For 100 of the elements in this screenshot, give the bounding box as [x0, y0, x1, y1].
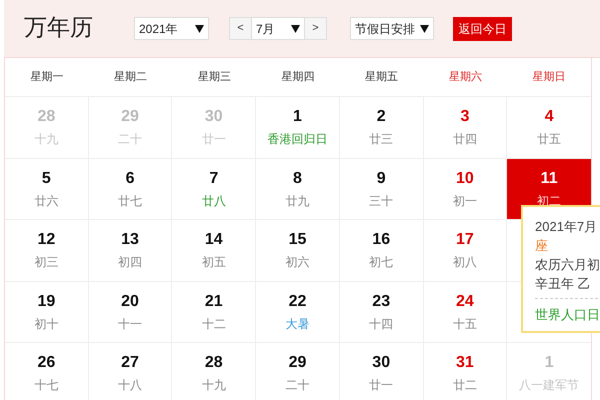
day-number: 10: [456, 168, 474, 188]
app-title: 万年历: [24, 14, 94, 44]
weekday-label: 星期一: [30, 70, 64, 85]
day-number: 3: [460, 107, 470, 127]
day-cell[interactable]: 12 初三: [5, 220, 89, 280]
tooltip-festival: 世界人口日: [535, 306, 600, 324]
lunar-date: 廿一: [369, 378, 394, 392]
day-number: 16: [372, 230, 390, 250]
day-cell[interactable]: 13 初四: [88, 220, 172, 280]
day-cell[interactable]: 20 十一: [88, 282, 172, 342]
day-number: 12: [37, 230, 56, 250]
lunar-date: 初十: [34, 316, 58, 330]
caret-icon: [420, 24, 429, 32]
day-cell[interactable]: 9 三十: [340, 158, 424, 219]
day-cell[interactable]: 4 廿五: [507, 97, 591, 158]
tooltip-ganzhi: 辛丑年 乙: [535, 275, 592, 293]
next-month-button[interactable]: >: [304, 17, 327, 40]
caret-icon: [195, 24, 204, 32]
day-cell[interactable]: 22 大暑: [256, 282, 340, 342]
lunar-date: 二十: [118, 132, 142, 146]
lunar-date: 十二: [202, 316, 226, 330]
lunar-date: 十九: [202, 378, 226, 392]
day-cell[interactable]: 15 初六: [256, 220, 340, 280]
lunar-date: 初五: [202, 255, 226, 269]
day-cell[interactable]: 19 初十: [5, 282, 89, 342]
lunar-date: 廿五: [537, 132, 562, 146]
day-number: 15: [288, 230, 306, 250]
day-cell[interactable]: 21 十二: [172, 282, 256, 342]
day-cell[interactable]: 8 廿九: [256, 158, 340, 219]
day-number: 29: [288, 353, 306, 373]
year-select[interactable]: 2021年: [134, 17, 209, 40]
day-number: 27: [121, 353, 139, 373]
lunar-date: 初一: [452, 194, 477, 208]
day-number: 31: [456, 353, 474, 373]
weekday-label: 星期日: [532, 70, 566, 85]
day-cell[interactable]: 24 十五: [424, 282, 508, 342]
lunar-date: 十七: [34, 378, 58, 392]
tooltip-date: 2021年7月: [535, 218, 598, 236]
weekday-label: 星期二: [114, 70, 148, 85]
day-cell[interactable]: 5 廿六: [5, 158, 89, 219]
day-number: 2: [376, 107, 386, 127]
lunar-date: 廿七: [118, 194, 142, 208]
day-cell[interactable]: 27 十八: [88, 343, 172, 400]
day-number: 24: [456, 292, 474, 312]
holiday-select[interactable]: 节假日安排: [350, 17, 434, 40]
lunar-date: 初七: [369, 255, 394, 269]
lunar-date: 廿二: [452, 378, 477, 392]
day-cell[interactable]: 23 十四: [340, 282, 424, 342]
day-cell[interactable]: 17 初八: [424, 220, 508, 280]
previous-month-button[interactable]: <: [229, 17, 252, 40]
lunar-date: 十一: [118, 316, 142, 330]
day-number: 29: [121, 107, 139, 127]
day-cell[interactable]: 7 廿八: [172, 158, 256, 219]
day-cell[interactable]: 3 廿四: [424, 97, 508, 158]
weekday-label: 星期五: [365, 70, 398, 85]
day-cell[interactable]: 26 十七: [5, 343, 89, 400]
day-number: 22: [288, 292, 306, 312]
day-cell[interactable]: 14 初五: [172, 220, 256, 280]
tooltip-lunar-date: 农历六月初: [535, 256, 600, 274]
day-number: 13: [121, 230, 139, 250]
lunar-date: 三十: [369, 194, 394, 208]
lunar-date: 大暑: [285, 316, 310, 330]
today-button[interactable]: 返回今日: [453, 16, 512, 40]
day-cell[interactable]: 2 廿三: [340, 97, 424, 158]
day-number: 26: [37, 353, 56, 373]
lunar-date: 廿九: [285, 194, 310, 208]
day-number: 23: [372, 292, 390, 312]
day-cell[interactable]: 31 廿二: [424, 343, 508, 400]
day-number: 4: [544, 107, 554, 127]
tooltip-constellation: 座: [535, 237, 549, 255]
lunar-date: 十八: [118, 378, 142, 392]
day-cell[interactable]: 1 香港回归日: [256, 97, 340, 158]
lunar-date: 香港回归日: [267, 132, 328, 146]
lunar-date: 十四: [369, 316, 394, 330]
lunar-date: 八一建军节: [519, 378, 580, 392]
caret-icon: [291, 24, 300, 32]
day-number: 7: [209, 168, 218, 188]
day-number: 19: [37, 292, 56, 312]
lunar-date: 廿一: [202, 132, 226, 146]
weekday-label: 星期四: [281, 70, 314, 85]
day-cell[interactable]: 29 二十: [256, 343, 340, 400]
month-select[interactable]: 7月: [252, 17, 304, 40]
day-number: 17: [456, 230, 474, 250]
day-number: 28: [204, 353, 223, 373]
day-number: 6: [126, 168, 135, 188]
day-number: 30: [372, 353, 390, 373]
lunar-date: 十九: [34, 132, 58, 146]
day-number: 9: [376, 168, 386, 188]
day-number: 5: [42, 168, 51, 188]
day-number: 1: [293, 107, 302, 127]
day-cell[interactable]: 16 初七: [340, 220, 424, 280]
day-number: 14: [204, 230, 223, 250]
lunar-date: 廿八: [202, 194, 226, 208]
lunar-date: 十五: [452, 316, 477, 330]
day-cell[interactable]: 6 廿七: [88, 158, 172, 219]
day-number: 30: [204, 107, 223, 127]
day-cell[interactable]: 30 廿一: [340, 343, 424, 400]
lunar-date: 廿四: [452, 132, 477, 146]
day-number: 1: [544, 353, 554, 373]
day-cell[interactable]: 28 十九: [172, 343, 256, 400]
